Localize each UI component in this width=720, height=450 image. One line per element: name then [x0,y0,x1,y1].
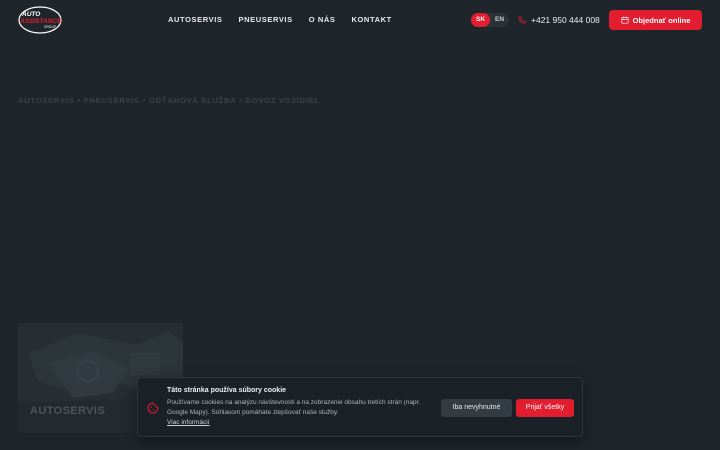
lang-en[interactable]: EN [490,13,509,27]
logo-line1: AUTO [21,11,40,18]
calendar-icon [621,16,629,24]
phone-link[interactable]: +421 950 444 008 [518,14,600,26]
hero-tagline: AUTOSERVIS • PNEUSERVIS • ODŤAHOVÁ SLUŽB… [18,96,320,105]
cookie-title: Táto stránka používa súbory cookie [167,387,287,394]
nav-o-nas[interactable]: O NÁS [309,14,336,26]
cookie-necessary-button[interactable]: Iba nevyhnutné [441,399,512,417]
lang-sk[interactable]: SK [471,13,490,27]
cookie-text: Používame cookies na analýzu návštevnost… [167,399,421,416]
language-switcher: SK EN [471,13,509,27]
order-online-label: Objednať online [632,15,691,25]
logo[interactable]: AUTO ASSISTANCE GROUP [16,5,64,35]
logo-line3: GROUP [44,25,56,29]
site-header: AUTO ASSISTANCE GROUP AUTOSERVIS PNEUSER… [0,0,720,40]
nav-pneuservis[interactable]: PNEUSERVIS [239,14,293,26]
service-card-title: AUTOSERVIS [30,405,106,417]
main-nav: AUTOSERVIS PNEUSERVIS O NÁS KONTAKT [168,14,392,26]
order-online-button[interactable]: Objednať online [609,10,702,30]
nav-autoservis[interactable]: AUTOSERVIS [168,14,223,26]
cookie-icon [147,402,159,414]
phone-icon [518,16,526,24]
cookie-banner: Táto stránka používa súbory cookie Použí… [137,377,583,437]
logo-line2: ASSISTANCE [19,18,62,25]
page: AUTO ASSISTANCE GROUP AUTOSERVIS PNEUSER… [0,0,720,450]
nav-kontakt[interactable]: KONTAKT [351,14,391,26]
cookie-accept-all-button[interactable]: Prijať všetky [516,399,574,417]
logo-mark: AUTO ASSISTANCE GROUP [18,6,62,34]
cookie-more-info-link[interactable]: Viac informácií [167,418,210,428]
phone-number: +421 950 444 008 [531,15,600,25]
